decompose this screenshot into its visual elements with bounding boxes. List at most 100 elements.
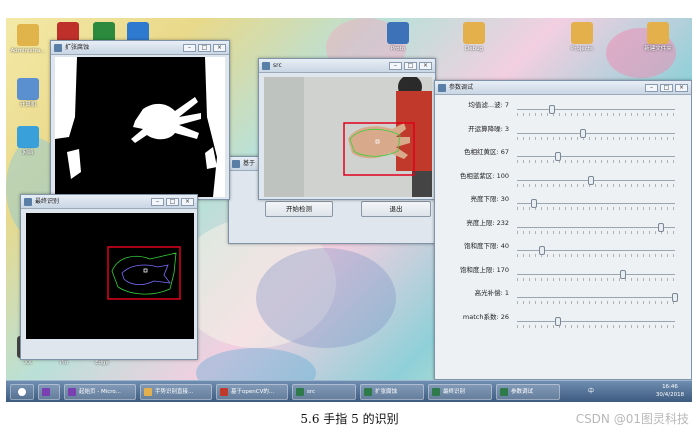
minimize-button[interactable]: – [389, 62, 402, 70]
slider-label: 高光补偿: 1 [474, 289, 509, 297]
taskbar-item[interactable]: 参数调试 [496, 384, 560, 400]
clock-time: 16:46 [662, 384, 678, 390]
slider-ticks [517, 207, 675, 210]
slider-label: 饱和度上限: 170 [459, 265, 509, 274]
close-button[interactable]: × [675, 84, 688, 92]
slider-label: 亮度下限: 30 [470, 195, 509, 203]
slider-track[interactable] [517, 152, 675, 161]
start-detection-button[interactable]: 开始检测 [265, 201, 333, 217]
slider-row: match系数: 26 [439, 309, 687, 333]
slider-ticks [517, 301, 675, 304]
minimize-button[interactable]: – [151, 198, 164, 206]
close-button[interactable]: × [181, 198, 194, 206]
desktop-icon[interactable]: Administra... [8, 24, 48, 55]
slider-label: 亮度上限: 232 [466, 218, 509, 227]
slider-label: 色相红黄区: 67 [463, 148, 509, 156]
taskbar-item-label: 起始页 - Micro... [79, 389, 121, 395]
taskbar-item[interactable]: src [292, 384, 356, 400]
camera-drawing [264, 77, 432, 197]
mask-drawing [55, 57, 225, 197]
app-icon [220, 388, 228, 396]
taskbar: 起始页 - Micro... 手势识别直接... 基于openCV的... src 扩张… [6, 380, 692, 402]
params-window[interactable]: 参数调试 – □ × 均值滤...波: 7 开运算降噪: 3 色相红黄区: 67 色相蓝紫… [434, 80, 692, 380]
slider-label: 开运算降噪: 3 [468, 124, 509, 133]
desktop: Administra... 计算机 网络 Proto Debug Project… [6, 18, 692, 402]
binary-mask-image [55, 57, 225, 197]
slider-row: 饱和度上限: 170 [439, 262, 687, 286]
minimize-button[interactable]: – [645, 84, 658, 92]
taskbar-item[interactable]: 最终识别 [428, 384, 492, 400]
app-icon [232, 160, 240, 168]
desktop-icon[interactable]: Debug [454, 22, 494, 53]
close-button[interactable]: × [213, 44, 226, 52]
desktop-icon[interactable]: Projects [562, 22, 602, 53]
taskbar-item-label: 最终识别 [443, 389, 466, 395]
slider-ticks [517, 277, 675, 281]
slider-row: 亮度上限: 232 [439, 215, 687, 239]
desktop-icon[interactable]: Proto [378, 22, 418, 53]
slider-ticks [517, 136, 675, 140]
slider-track[interactable] [517, 199, 675, 208]
app-icon [262, 62, 270, 70]
contour-window-titlebar[interactable]: 最终识别 – □ × [21, 195, 197, 209]
src-window[interactable]: src – □ × [258, 58, 436, 200]
maximize-button[interactable]: □ [198, 44, 211, 52]
app-icon [438, 84, 446, 92]
slider-ticks [517, 324, 675, 328]
slider-row: 色相红黄区: 67 [439, 144, 687, 168]
taskbar-item[interactable]: 扩张腐蚀 [360, 384, 424, 400]
close-button[interactable]: × [419, 62, 432, 70]
screenshot-figure: Administra... 计算机 网络 Proto Debug Project… [0, 0, 699, 438]
slider-ticks [517, 230, 675, 234]
slider-track[interactable] [517, 222, 675, 232]
slider-row: 开运算降噪: 3 [439, 121, 687, 145]
app-icon [68, 388, 76, 396]
slider-ticks [517, 113, 675, 116]
slider-track[interactable] [517, 269, 675, 279]
desktop-icon[interactable]: 网络 [8, 126, 48, 157]
contour-window[interactable]: 最终识别 – □ × [20, 194, 198, 360]
taskbar-item[interactable]: 起始页 - Micro... [64, 384, 136, 400]
app-icon [364, 388, 372, 396]
app-icon [500, 388, 508, 396]
contour-result-image [26, 213, 194, 339]
exit-button[interactable]: 退出 [361, 201, 431, 217]
maximize-button[interactable]: □ [660, 84, 673, 92]
maximize-button[interactable]: □ [404, 62, 417, 70]
slider-row: 饱和度下限: 40 [439, 238, 687, 262]
desktop-icon[interactable]: 新建文件夹 [638, 22, 678, 53]
slider-track[interactable] [517, 105, 675, 114]
slider-track[interactable] [517, 293, 678, 302]
app-icon [296, 388, 304, 396]
start-button[interactable] [10, 384, 34, 400]
slider-row: 高光补偿: 1 [439, 285, 687, 309]
taskbar-item[interactable] [38, 384, 60, 400]
clock-date: 30/4/2018 [655, 392, 685, 398]
slider-track[interactable] [517, 246, 675, 255]
taskbar-item[interactable]: 基于openCV的... [216, 384, 288, 400]
slider-label: 均值滤...波: 7 [468, 101, 509, 109]
maximize-button[interactable]: □ [166, 198, 179, 206]
slider-track[interactable] [517, 316, 675, 326]
src-window-titlebar[interactable]: src – □ × [259, 59, 435, 73]
system-tray[interactable]: 中 [588, 385, 652, 399]
taskbar-item[interactable]: 手势识别直接... [140, 384, 212, 400]
taskbar-item-label: 基于openCV的... [231, 389, 275, 395]
app-icon [144, 388, 152, 396]
clock[interactable]: 16:46 30/4/2018 [652, 383, 688, 399]
app-icon [54, 44, 62, 52]
params-window-titlebar[interactable]: 参数调试 – □ × [435, 81, 691, 95]
app-icon [42, 388, 50, 396]
slider-ticks [517, 160, 675, 163]
minimize-button[interactable]: – [183, 44, 196, 52]
desktop-icon[interactable]: 计算机 [8, 78, 48, 109]
slider-label: 饱和度下限: 40 [463, 242, 509, 250]
camera-frame-image [264, 77, 432, 197]
slider-track[interactable] [517, 175, 675, 185]
slider-ticks [517, 183, 675, 187]
slider-track[interactable] [517, 128, 675, 138]
mask-window[interactable]: 扩张腐蚀 – □ × [50, 40, 230, 200]
slider-row: 亮度下限: 30 [439, 191, 687, 215]
mask-window-titlebar[interactable]: 扩张腐蚀 – □ × [51, 41, 229, 55]
app-icon [24, 198, 32, 206]
